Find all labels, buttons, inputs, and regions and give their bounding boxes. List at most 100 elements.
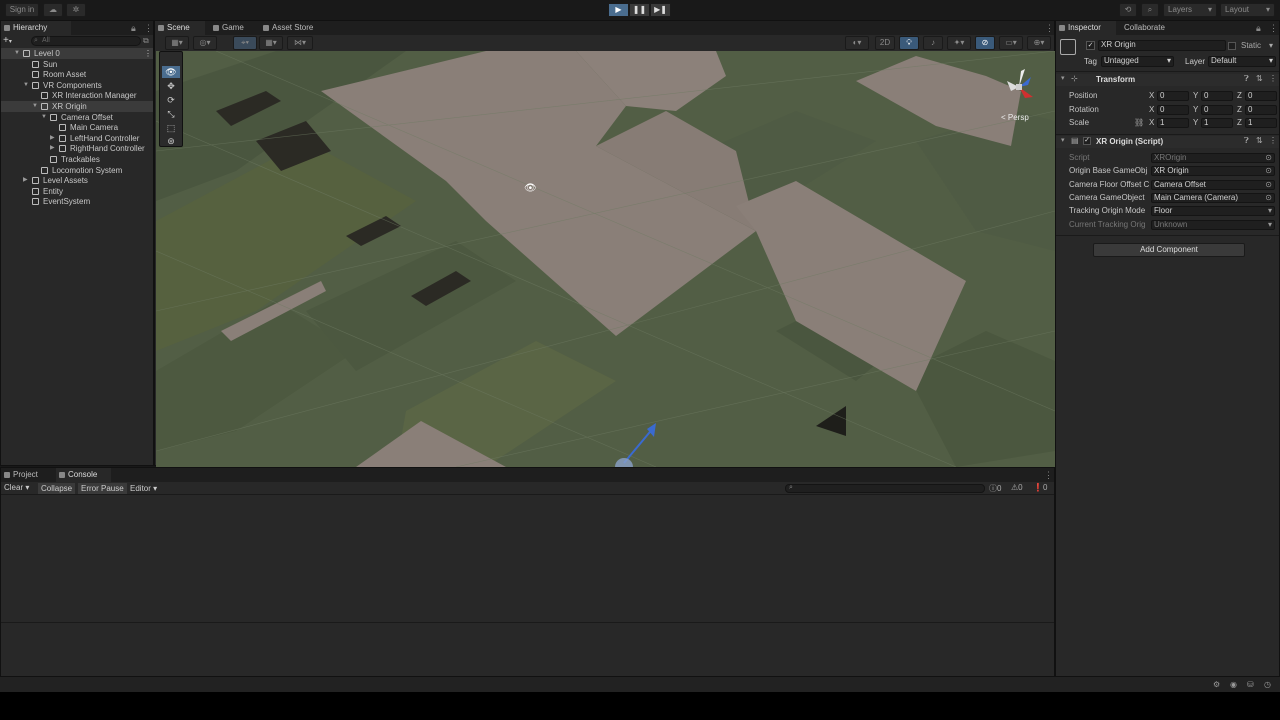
- active-checkbox[interactable]: ✓: [1086, 41, 1095, 50]
- hierarchy-item[interactable]: ▼ Camera Offset: [1, 112, 153, 123]
- script-field-value[interactable]: Camera Offset ⊙: [1151, 179, 1275, 190]
- chevron-down-icon[interactable]: ▾: [1268, 207, 1272, 215]
- rotation-y-input[interactable]: 0: [1201, 104, 1233, 115]
- link-icon[interactable]: ⛓: [1134, 117, 1144, 129]
- kebab-menu-icon[interactable]: ⋮: [1269, 74, 1277, 83]
- object-picker-icon[interactable]: ⊙: [1265, 154, 1272, 162]
- lock-icon[interactable]: 🔒︎: [131, 23, 136, 34]
- draw-mode-dropdown[interactable]: ▦▾: [165, 36, 189, 50]
- error-count-toggle[interactable]: ❗0: [1033, 483, 1047, 492]
- object-picker-icon[interactable]: ⊙: [1265, 167, 1272, 175]
- lighting-icon[interactable]: 💡︎: [899, 36, 919, 50]
- tag-dropdown[interactable]: Untagged ▾: [1101, 56, 1174, 67]
- cloud-icon[interactable]: ☁: [43, 3, 63, 17]
- scene-viewport[interactable]: 👁︎ ✥ ⟳ ⤡ ⬚ ⊛ 👁︎ < Persp: [156, 51, 1055, 467]
- orientation-gizmo[interactable]: [1001, 67, 1041, 107]
- hierarchy-item[interactable]: Trackables: [1, 154, 153, 165]
- chevron-right-icon[interactable]: ▶: [50, 133, 56, 144]
- transform-header[interactable]: ▾ ⊹ Transform ❓︎ ⇅ ⋮: [1056, 74, 1279, 86]
- help-icon[interactable]: ❓︎: [1244, 74, 1249, 84]
- hierarchy-item[interactable]: EventSystem: [1, 196, 153, 207]
- chevron-down-icon[interactable]: ▾: [1268, 221, 1272, 229]
- rotation-z-input[interactable]: 0: [1245, 104, 1277, 115]
- toggle-2d-button[interactable]: 2D: [875, 36, 895, 50]
- hidden-objects-icon[interactable]: ⊘: [975, 36, 995, 50]
- kebab-menu-icon[interactable]: ⋮: [144, 23, 153, 34]
- tab-game[interactable]: Game: [210, 21, 255, 35]
- collapse-button[interactable]: Collapse: [38, 483, 76, 494]
- object-picker-icon[interactable]: ⊙: [1265, 194, 1272, 202]
- hierarchy-item[interactable]: ▶ LeftHand Controller: [1, 133, 153, 144]
- hierarchy-item[interactable]: ▼ XR Origin: [1, 101, 153, 112]
- hierarchy-item[interactable]: XR Interaction Manager: [1, 90, 153, 101]
- add-component-button[interactable]: Add Component: [1093, 243, 1245, 257]
- rect-tool-icon[interactable]: ⬚: [162, 122, 180, 134]
- clock-icon[interactable]: ◷: [1264, 680, 1271, 689]
- rotate-tool-icon[interactable]: ⟳: [162, 94, 180, 106]
- editor-dropdown[interactable]: Editor ▾: [127, 483, 160, 494]
- gizmo-dropdown[interactable]: ◎▾: [193, 36, 217, 50]
- hierarchy-item[interactable]: Main Camera: [1, 122, 153, 133]
- history-icon[interactable]: ⟲: [1119, 3, 1137, 17]
- hierarchy-search-input[interactable]: ⌕ All: [31, 36, 141, 46]
- filter-icon[interactable]: ⧉: [143, 36, 149, 46]
- tab-scene[interactable]: Scene: [155, 21, 205, 35]
- chevron-down-icon[interactable]: ▼: [41, 112, 47, 123]
- tab-console[interactable]: Console: [56, 468, 111, 482]
- help-icon[interactable]: ❓︎: [1244, 136, 1249, 146]
- kebab-menu-icon[interactable]: ⋮: [1269, 136, 1277, 145]
- scale-x-input[interactable]: 1: [1157, 118, 1189, 128]
- clear-button[interactable]: Clear ▾: [4, 483, 29, 492]
- tab-project[interactable]: Project: [1, 468, 51, 482]
- pause-button[interactable]: ❚❚: [629, 3, 650, 17]
- console-log-list[interactable]: [1, 496, 1054, 622]
- object-name-input[interactable]: XR Origin: [1098, 40, 1226, 51]
- console-search-input[interactable]: ⌕: [785, 484, 985, 493]
- preset-icon[interactable]: ⇅: [1256, 74, 1263, 83]
- hierarchy-item[interactable]: Sun: [1, 59, 153, 70]
- tab-hierarchy[interactable]: Hierarchy: [1, 21, 71, 35]
- position-y-input[interactable]: 0: [1201, 91, 1233, 101]
- kebab-menu-icon[interactable]: ⋮: [1045, 23, 1054, 34]
- play-button[interactable]: ▶: [608, 3, 629, 17]
- pivot-dropdown[interactable]: ⌖▾: [233, 36, 257, 50]
- tab-collaborate[interactable]: Collaborate: [1112, 21, 1172, 35]
- chevron-right-icon[interactable]: ▶: [23, 175, 29, 186]
- hierarchy-item[interactable]: Room Asset: [1, 69, 153, 80]
- tab-asset-store[interactable]: Asset Store: [260, 21, 330, 35]
- collab-icon[interactable]: ✲: [66, 3, 86, 17]
- static-checkbox[interactable]: [1228, 42, 1236, 50]
- lock-icon[interactable]: 🔒︎: [1256, 23, 1261, 34]
- position-x-input[interactable]: 0: [1157, 91, 1189, 101]
- hierarchy-item[interactable]: Entity: [1, 186, 153, 197]
- add-button[interactable]: +▾: [3, 36, 23, 47]
- chevron-down-icon[interactable]: ▼: [32, 101, 38, 112]
- chevron-down-icon[interactable]: ▼: [14, 48, 20, 59]
- bake-icon[interactable]: ◉: [1230, 680, 1237, 689]
- sign-in-button[interactable]: Sign in: [5, 3, 39, 17]
- rotation-x-input[interactable]: 0: [1157, 104, 1189, 115]
- grid-snap-dropdown[interactable]: ▦▾: [259, 36, 283, 50]
- layout-dropdown[interactable]: Layout ▾: [1220, 3, 1275, 17]
- kebab-menu-icon[interactable]: ⋮: [1269, 23, 1278, 34]
- chevron-down-icon[interactable]: ▼: [23, 80, 29, 91]
- debug-icon[interactable]: ⚙: [1213, 680, 1220, 689]
- kebab-menu-icon[interactable]: ⋮: [1044, 470, 1053, 481]
- script-field-value[interactable]: XR Origin ⊙: [1151, 166, 1275, 177]
- step-button[interactable]: ▶❚: [650, 3, 671, 17]
- hierarchy-item[interactable]: ▼ Level 0 ⋮: [1, 48, 153, 59]
- error-pause-button[interactable]: Error Pause: [78, 483, 127, 494]
- hierarchy-item[interactable]: ▼ VR Components: [1, 80, 153, 91]
- position-z-input[interactable]: 0: [1245, 91, 1277, 101]
- move-tool-icon[interactable]: ✥: [162, 80, 180, 92]
- hierarchy-item[interactable]: ▶ Level Assets: [1, 175, 153, 186]
- component-enabled-checkbox[interactable]: ✓: [1083, 137, 1091, 145]
- persp-label[interactable]: < Persp: [1001, 113, 1029, 122]
- view-tool-eye-icon[interactable]: 👁︎: [162, 66, 180, 78]
- chevron-down-icon[interactable]: ▾: [1269, 41, 1273, 50]
- transform-tool-icon[interactable]: ⊛: [162, 135, 180, 147]
- script-field-value[interactable]: Main Camera (Camera) ⊙: [1151, 192, 1275, 203]
- shading-dropdown[interactable]: ◐▾: [845, 36, 869, 50]
- tab-inspector[interactable]: Inspector: [1056, 21, 1116, 35]
- hierarchy-item[interactable]: Locomotion System: [1, 165, 153, 176]
